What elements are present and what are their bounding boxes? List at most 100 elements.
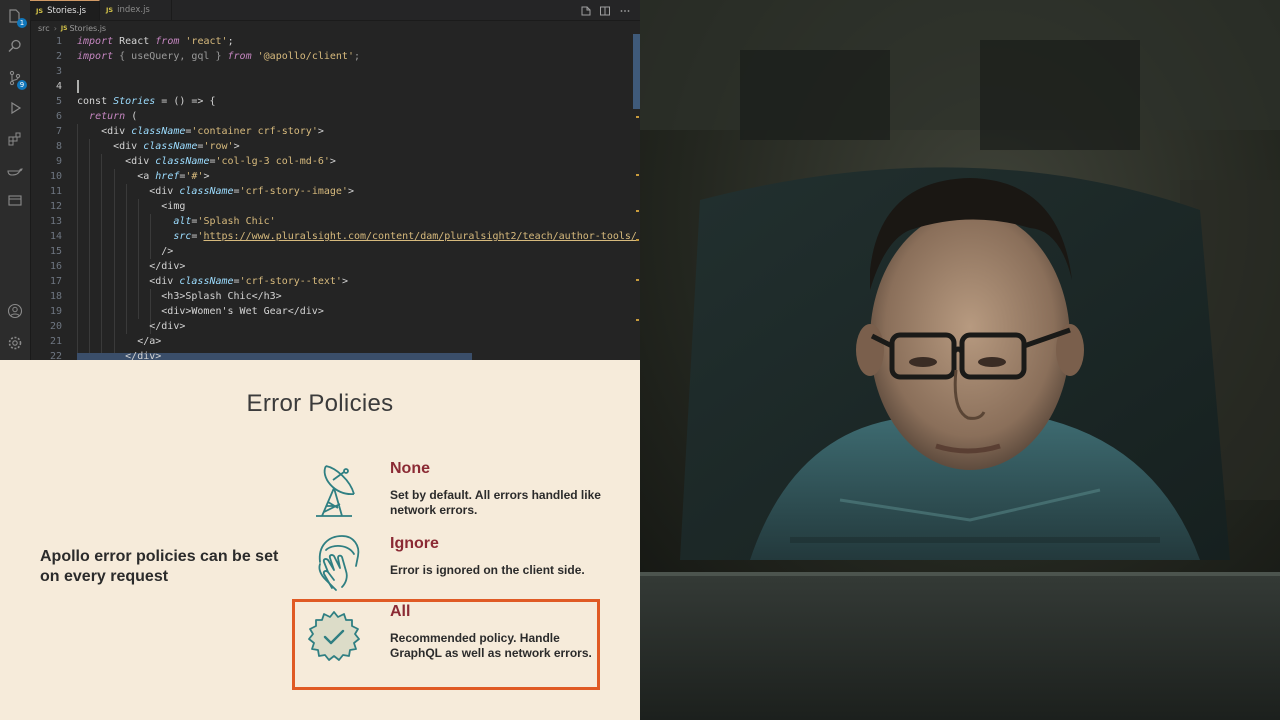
open-changes-icon[interactable] (580, 4, 592, 16)
remote-explorer-icon[interactable] (7, 192, 23, 208)
source-control-icon[interactable]: 9 (7, 70, 27, 90)
js-file-icon: JS (60, 24, 68, 32)
search-icon[interactable] (7, 38, 23, 54)
tab-stories-js[interactable]: JS Stories.js (30, 0, 100, 20)
run-debug-icon[interactable] (7, 100, 23, 116)
code-line[interactable]: 17 <div className='crf-story--text'> (30, 274, 640, 289)
overview-ruler-mark (636, 319, 639, 321)
line-number: 6 (55, 111, 62, 122)
account-icon[interactable] (7, 303, 23, 319)
vertical-scrollbar[interactable] (633, 34, 640, 109)
policy-description: Error is ignored on the client side. (390, 563, 585, 577)
line-text: src='https://www.pluralsight.com/content… (173, 231, 637, 242)
line-text: <div className='container crf-story'> (77, 126, 324, 137)
code-line[interactable]: 11 <div className='crf-story--image'> (30, 184, 640, 199)
line-number: 16 (49, 261, 62, 272)
line-text: <div className='crf-story--image'> (77, 186, 354, 197)
line-number: 2 (55, 51, 62, 62)
line-number: 1 (55, 36, 62, 47)
line-number: 21 (49, 336, 62, 347)
line-text: </div> (77, 261, 186, 272)
breadcrumb: src › JS Stories.js (38, 22, 106, 34)
code-editor: 1 9 JS Stories.js JS index.js src › JS S… (0, 0, 640, 360)
overview-ruler-mark (636, 174, 639, 176)
code-line[interactable]: 12 <img (30, 199, 640, 214)
code-line[interactable]: 21 </a> (30, 334, 640, 349)
line-text: <h3>Splash Chic</h3> (77, 291, 282, 302)
settings-gear-icon[interactable] (7, 335, 23, 351)
line-number: 14 (49, 231, 62, 242)
explorer-badge: 1 (17, 18, 27, 28)
line-text: <img (77, 201, 186, 212)
tab-index-js[interactable]: JS index.js (100, 0, 172, 20)
line-number: 12 (49, 201, 62, 212)
more-actions-icon[interactable] (619, 4, 631, 16)
line-number: 22 (49, 351, 62, 360)
line-text: return ( (89, 111, 138, 122)
code-line[interactable]: 15 /> (30, 244, 640, 259)
code-line[interactable]: 18 <h3>Splash Chic</h3> (30, 289, 640, 304)
source-control-badge: 9 (17, 80, 27, 90)
code-line[interactable]: 5 const Stories = () => { (30, 94, 640, 109)
extensions-icon[interactable] (7, 131, 23, 147)
code-line[interactable]: 8 <div className='row'> (30, 139, 640, 154)
face-palm-icon (308, 532, 364, 594)
line-text: <div className='row'> (77, 141, 240, 152)
line-text: import React from 'react'; (77, 36, 234, 47)
line-number: 7 (55, 126, 62, 137)
js-file-icon: JS (36, 6, 44, 15)
line-text: </div> (77, 351, 162, 360)
slide-intro-text: Apollo error policies can be set on ever… (40, 548, 279, 585)
code-line[interactable]: 16 </div> (30, 259, 640, 274)
line-text: import { useQuery, gql } from '@apollo/c… (77, 51, 360, 62)
docker-icon[interactable] (7, 162, 23, 178)
line-number: 18 (49, 291, 62, 302)
code-area[interactable]: 1 import React from 'react'; 2 import { use… (30, 34, 640, 360)
code-line[interactable]: 6 return ( (30, 109, 640, 124)
presenter-photo (640, 0, 1280, 720)
breadcrumb-chevron-icon: › (53, 23, 57, 33)
overview-ruler-mark (636, 116, 639, 118)
code-line[interactable]: 14 src='https://www.pluralsight.com/cont… (30, 229, 640, 244)
code-line[interactable]: 20 </div> (30, 319, 640, 334)
tab-bar: JS Stories.js JS index.js (30, 0, 640, 21)
line-number: 4 (55, 81, 62, 92)
breadcrumb-file[interactable]: Stories.js (69, 24, 106, 33)
text-cursor (77, 80, 79, 93)
overview-ruler-mark (636, 210, 639, 212)
overview-ruler-mark (636, 279, 639, 281)
satellite-dish-icon (308, 458, 364, 520)
code-line[interactable]: 13 alt='Splash Chic' (30, 214, 640, 229)
explorer-icon[interactable]: 1 (7, 8, 27, 28)
line-text: <div className='crf-story--text'> (77, 276, 348, 287)
split-editor-icon[interactable] (599, 4, 611, 16)
policy-description: Set by default. All errors handled like … (390, 488, 601, 517)
code-line[interactable]: 9 <div className='col-lg-3 col-md-6'> (30, 154, 640, 169)
line-text: </div> (77, 321, 186, 332)
code-line[interactable]: 10 <a href='#'> (30, 169, 640, 184)
line-text: /> (77, 246, 174, 257)
overview-ruler-mark (636, 239, 639, 241)
code-line[interactable]: 22 </div> (30, 349, 640, 360)
line-text: <div className='col-lg-3 col-md-6'> (77, 156, 336, 167)
code-line[interactable]: 2 import { useQuery, gql } from '@apollo/… (30, 49, 640, 64)
code-line[interactable]: 7 <div className='container crf-story'> (30, 124, 640, 139)
code-line[interactable]: 3 (30, 64, 640, 79)
line-number: 17 (49, 276, 62, 287)
recommended-highlight-box (292, 599, 600, 690)
code-line[interactable]: 19 <div>Women's Wet Gear</div> (30, 304, 640, 319)
line-number: 3 (55, 66, 62, 77)
code-line[interactable]: 4 (30, 79, 640, 94)
line-number: 19 (49, 306, 62, 317)
line-number: 20 (49, 321, 62, 332)
js-file-icon: JS (106, 6, 114, 14)
line-number: 5 (55, 96, 62, 107)
slide-panel: Error Policies Apollo error policies can… (0, 360, 640, 720)
line-text: <div>Women's Wet Gear</div> (77, 306, 324, 317)
activity-bar: 1 9 (0, 0, 31, 360)
code-line[interactable]: 1 import React from 'react'; (30, 34, 640, 49)
tab-label: Stories.js (47, 5, 87, 16)
presenter-video (640, 0, 1280, 720)
breadcrumb-folder[interactable]: src (38, 24, 50, 33)
line-number: 15 (49, 246, 62, 257)
